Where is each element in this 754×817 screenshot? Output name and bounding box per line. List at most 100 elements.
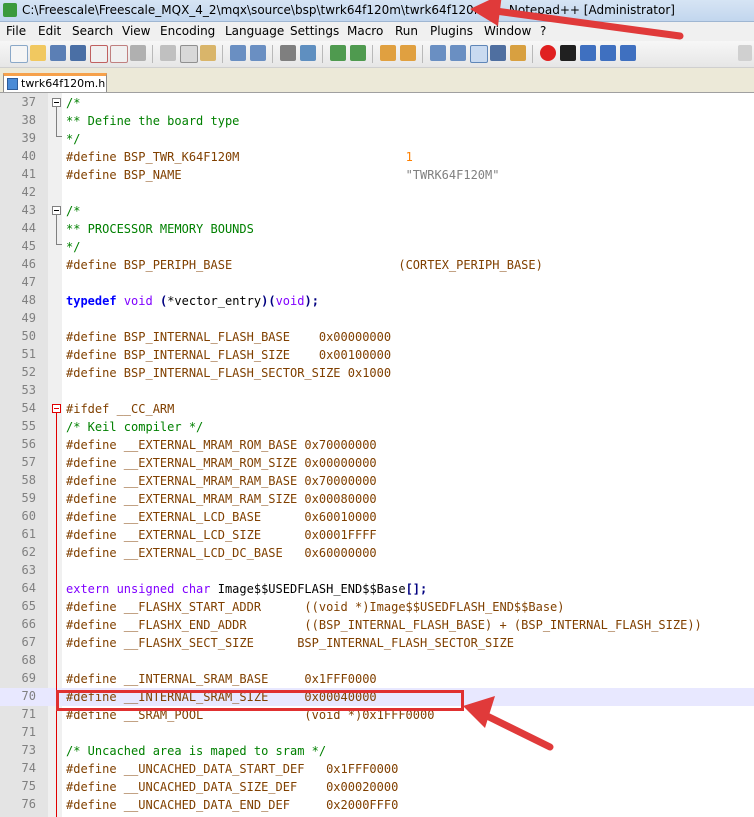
app-icon [3, 3, 17, 17]
menu-macro[interactable]: Macro [347, 24, 383, 38]
close-icon[interactable] [90, 45, 108, 63]
code-line[interactable]: 39 */ [0, 130, 754, 148]
code-line[interactable]: 74 #define __UNCACHED_DATA_START_DEF 0x1F… [0, 760, 754, 778]
code-line[interactable]: 55 /* Keil compiler */ [0, 418, 754, 436]
code-line[interactable]: 50 #define BSP_INTERNAL_FLASH_BASE 0x0000… [0, 328, 754, 346]
menu-file[interactable]: File [6, 24, 26, 38]
save-macro-icon[interactable] [620, 45, 636, 61]
code-line[interactable]: 60 #define __EXTERNAL_LCD_BASE 0x60010000 [0, 508, 754, 526]
code-line[interactable]: 68 [0, 652, 754, 670]
overflow-icon[interactable] [738, 45, 752, 61]
code-line[interactable]: 48 typedef void (*vector_entry)(void); [0, 292, 754, 310]
play-macro-icon[interactable] [580, 45, 596, 61]
menu-help[interactable]: ? [540, 24, 546, 38]
show-all-chars-icon[interactable] [450, 45, 466, 61]
line-number: 73 [21, 743, 36, 757]
code-line[interactable]: 58 #define __EXTERNAL_MRAM_RAM_BASE 0x700… [0, 472, 754, 490]
menu-view[interactable]: View [122, 24, 150, 38]
replace-icon[interactable] [300, 45, 316, 61]
code-line[interactable]: 67 #define __FLASHX_SECT_SIZE BSP_INTERNA… [0, 634, 754, 652]
tab-file[interactable]: twrk64f120m.h [3, 73, 107, 92]
copy-icon[interactable] [180, 45, 198, 63]
code-line[interactable]: 59 #define __EXTERNAL_MRAM_RAM_SIZE 0x000… [0, 490, 754, 508]
redo-icon[interactable] [250, 45, 266, 61]
code-line[interactable]: 37 /* [0, 94, 754, 112]
sync-vertical-icon[interactable] [380, 45, 396, 61]
code-text: #define BSP_NAME "TWRK64F120M" [66, 167, 499, 183]
code-line[interactable]: 42 [0, 184, 754, 202]
menu-settings[interactable]: Settings [290, 24, 339, 38]
code-line[interactable]: 54 #ifdef __CC_ARM [0, 400, 754, 418]
function-list-icon[interactable] [510, 45, 526, 61]
code-line[interactable]: 44 ** PROCESSOR MEMORY BOUNDS [0, 220, 754, 238]
fold-toggle-icon[interactable] [52, 206, 61, 215]
code-line[interactable]: 62 #define __EXTERNAL_LCD_DC_BASE 0x60000… [0, 544, 754, 562]
menu-window[interactable]: Window [484, 24, 531, 38]
stop-macro-icon[interactable] [560, 45, 576, 61]
line-number: 55 [21, 419, 36, 433]
code-line[interactable]: 49 [0, 310, 754, 328]
code-token: /* Keil compiler */ [66, 420, 204, 434]
code-line[interactable]: 63 [0, 562, 754, 580]
find-icon[interactable] [280, 45, 296, 61]
code-line[interactable]: 64 extern unsigned char Image$$USEDFLASH_… [0, 580, 754, 598]
code-token: #define __EXTERNAL_MRAM_ROM_BASE 0x70000… [66, 438, 377, 452]
code-line[interactable]: 51 #define BSP_INTERNAL_FLASH_SIZE 0x0010… [0, 346, 754, 364]
code-editor[interactable]: 37 /* 38 ** Define the board type 39 */ 40 #def… [0, 93, 754, 817]
menu-run[interactable]: Run [395, 24, 418, 38]
menu-plugins[interactable]: Plugins [430, 24, 473, 38]
menu-language[interactable]: Language [225, 24, 284, 38]
zoom-out-icon[interactable] [350, 45, 366, 61]
sync-horizontal-icon[interactable] [400, 45, 416, 61]
print-icon[interactable] [130, 45, 146, 61]
line-number: 69 [21, 671, 36, 685]
code-line[interactable]: 45 */ [0, 238, 754, 256]
fold-toggle-icon[interactable] [52, 404, 61, 413]
code-line[interactable]: 40 #define BSP_TWR_K64F120M 1 [0, 148, 754, 166]
new-file-icon[interactable] [10, 45, 28, 63]
menu-edit[interactable]: Edit [38, 24, 61, 38]
code-line[interactable]: 43 /* [0, 202, 754, 220]
menu-encoding[interactable]: Encoding [160, 24, 215, 38]
indent-guide-icon[interactable] [470, 45, 488, 63]
code-line[interactable]: 53 [0, 382, 754, 400]
close-all-icon[interactable] [110, 45, 128, 63]
code-line[interactable]: 69 #define __INTERNAL_SRAM_BASE 0x1FFF000… [0, 670, 754, 688]
code-token: */ [66, 240, 81, 254]
code-token: /* [66, 204, 81, 218]
cut-icon[interactable] [160, 45, 176, 61]
menu-search[interactable]: Search [72, 24, 113, 38]
run-macro-multiple-icon[interactable] [600, 45, 616, 61]
code-token: extern unsigned char [66, 582, 211, 596]
code-line[interactable]: 46 #define BSP_PERIPH_BASE (CORTEX_PERIPH… [0, 256, 754, 274]
line-number: 50 [21, 329, 36, 343]
code-token: void [275, 294, 305, 308]
code-line[interactable]: 47 [0, 274, 754, 292]
code-line[interactable]: 38 ** Define the board type [0, 112, 754, 130]
code-line[interactable]: 66 #define __FLASHX_END_ADDR ((BSP_INTERN… [0, 616, 754, 634]
code-line[interactable]: 57 #define __EXTERNAL_MRAM_ROM_SIZE 0x000… [0, 454, 754, 472]
zoom-in-icon[interactable] [330, 45, 346, 61]
code-line[interactable]: 61 #define __EXTERNAL_LCD_SIZE 0x0001FFFF [0, 526, 754, 544]
paste-icon[interactable] [200, 45, 216, 61]
code-line[interactable]: 73 /* Uncached area is maped to sram */ [0, 742, 754, 760]
word-wrap-icon[interactable] [430, 45, 446, 61]
document-map-icon[interactable] [490, 45, 506, 61]
code-line[interactable]: 76 #define __UNCACHED_DATA_END_DEF 0x2000… [0, 796, 754, 814]
code-line[interactable]: 71 [0, 724, 754, 742]
code-line[interactable]: 75 #define __UNCACHED_DATA_SIZE_DEF 0x000… [0, 778, 754, 796]
code-line[interactable]: 41 #define BSP_NAME "TWRK64F120M" [0, 166, 754, 184]
code-line[interactable]: 56 #define __EXTERNAL_MRAM_ROM_BASE 0x700… [0, 436, 754, 454]
code-text: #ifdef __CC_ARM [66, 401, 174, 417]
save-icon[interactable] [50, 45, 66, 61]
line-number: 61 [21, 527, 36, 541]
code-line[interactable]: 52 #define BSP_INTERNAL_FLASH_SECTOR_SIZE… [0, 364, 754, 382]
code-text: #define BSP_TWR_K64F120M 1 [66, 149, 413, 165]
fold-line [56, 215, 57, 244]
open-file-icon[interactable] [30, 45, 46, 61]
undo-icon[interactable] [230, 45, 246, 61]
save-all-icon[interactable] [70, 45, 86, 61]
fold-toggle-icon[interactable] [52, 98, 61, 107]
code-line[interactable]: 65 #define __FLASHX_START_ADDR ((void *)I… [0, 598, 754, 616]
record-macro-icon[interactable] [540, 45, 556, 61]
